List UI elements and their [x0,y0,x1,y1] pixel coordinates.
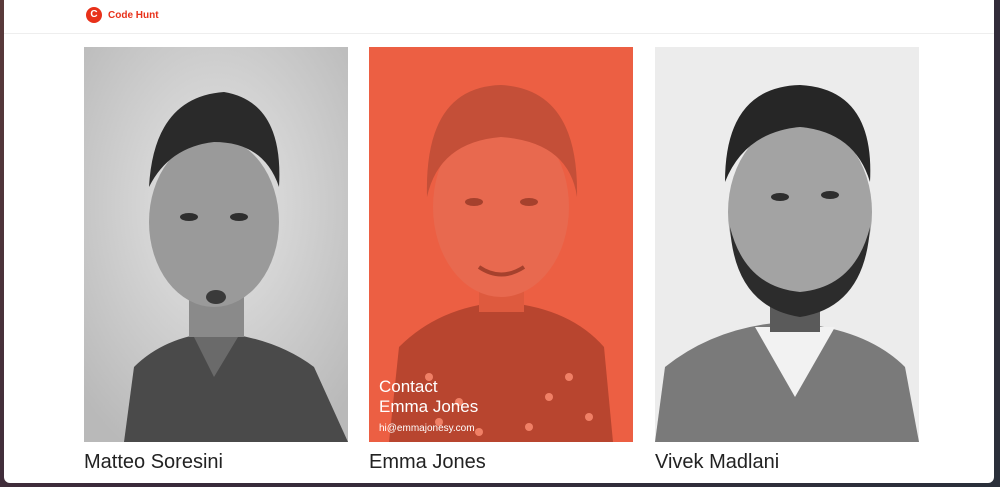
person-name[interactable]: Vivek Madlani [655,451,919,473]
person-name[interactable]: Emma Jones [369,451,633,473]
logo-icon: C [86,7,102,23]
contact-label: Contact [379,377,438,396]
portrait-photo[interactable] [84,47,348,442]
contact-overlay[interactable]: Contact Emma Jones hi@emmajonesy.com [379,377,478,434]
portrait-photo-highlighted[interactable]: Contact Emma Jones hi@emmajonesy.com [369,47,633,442]
person-name[interactable]: Matteo Soresini [84,451,348,473]
team-card-matteo[interactable]: Matteo Soresini [84,47,348,473]
browser-page: C Code Hunt Matteo Soresini Contact Emma… [4,0,994,483]
contact-name: Emma Jones [379,397,479,416]
team-card-vivek[interactable]: Vivek Madlani [655,47,919,473]
team-card-emma[interactable]: Contact Emma Jones hi@emmajonesy.com Emm… [369,47,633,473]
contact-email[interactable]: hi@emmajonesy.com [379,423,478,434]
portrait-photo[interactable] [655,47,919,442]
site-header: C Code Hunt [4,0,994,34]
brand-link[interactable]: C Code Hunt [86,7,159,23]
brand-name: Code Hunt [108,9,159,21]
